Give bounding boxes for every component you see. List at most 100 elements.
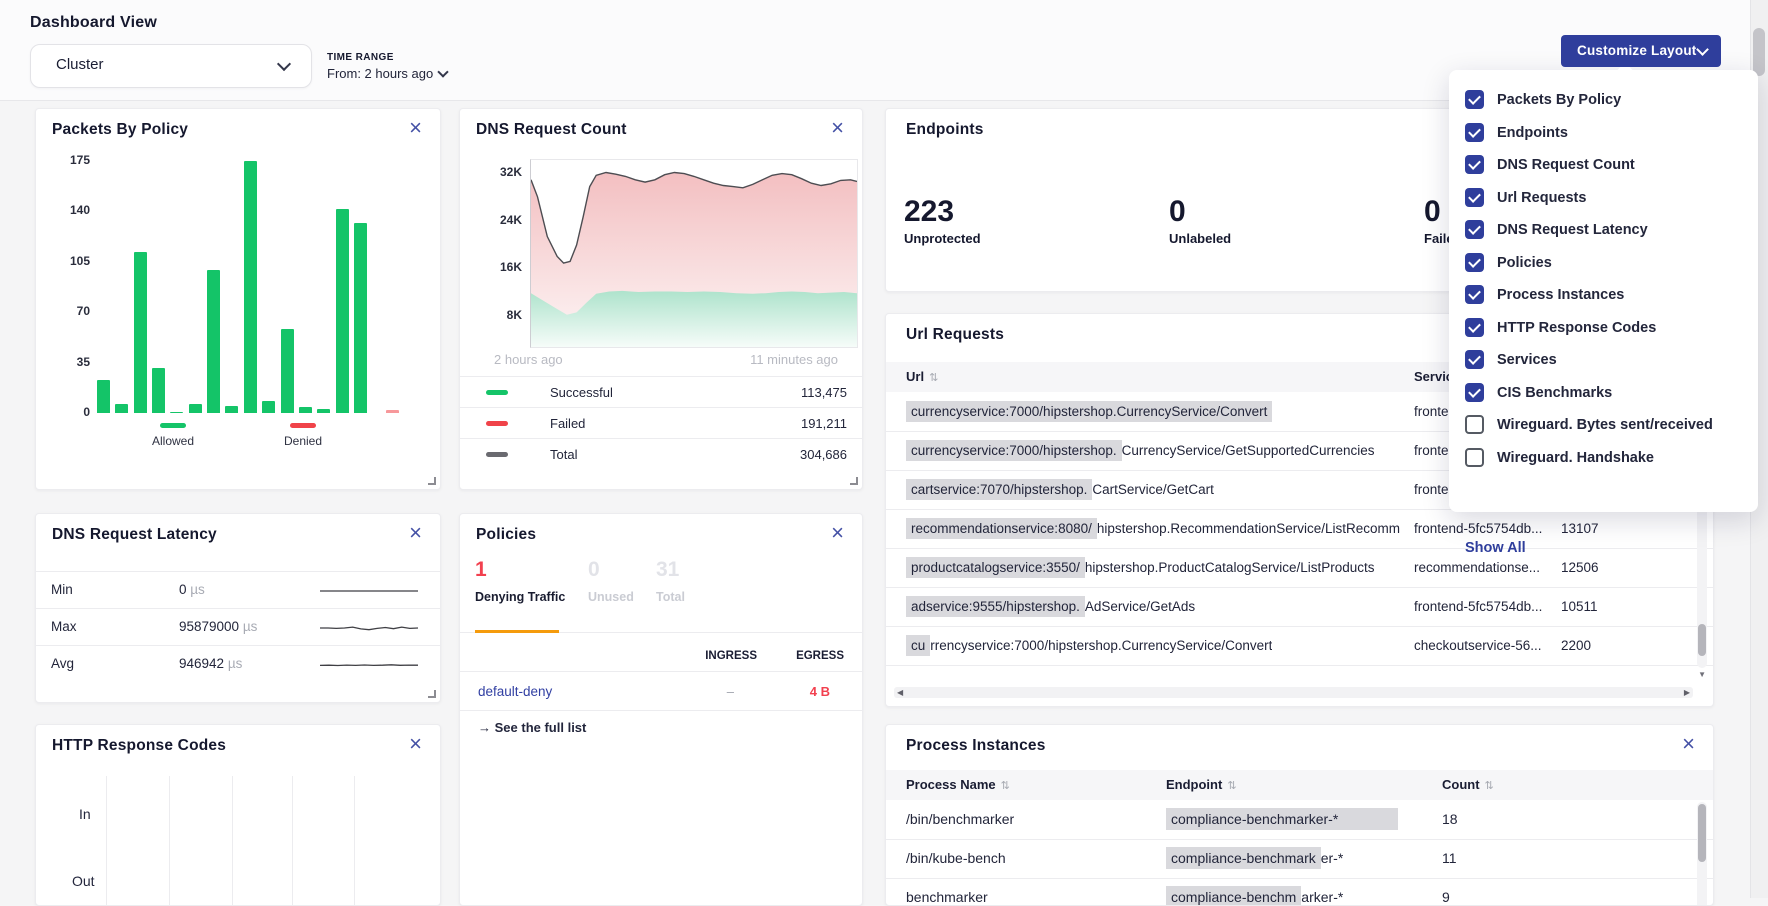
menu-item-dns-request-count[interactable]: DNS Request Count (1449, 149, 1758, 181)
view-selector[interactable]: Cluster (30, 44, 312, 88)
checkbox-checked-icon[interactable] (1465, 220, 1484, 239)
bar (134, 252, 147, 413)
horizontal-scrollbar[interactable]: ◀ ▶ (894, 687, 1693, 698)
menu-item-endpoints[interactable]: Endpoints (1449, 117, 1758, 149)
table-row[interactable]: currencyservice:7000/hipstershop.Currenc… (886, 626, 1713, 666)
sort-icon[interactable]: ⇅ (929, 372, 938, 384)
latency-row-min: Min0 µs (36, 571, 440, 609)
url-rest: rrencyservice:7000/hipstershop.CurrencyS… (930, 638, 1272, 653)
url-cell: adservice:9555/hipstershop.AdService/Get… (906, 587, 1195, 626)
checkmark-icon (1468, 157, 1481, 170)
close-icon[interactable]: × (831, 522, 844, 544)
sort-icon[interactable]: ⇅ (1227, 780, 1236, 792)
menu-item-wireguard-bytes-sent-received[interactable]: Wireguard. Bytes sent/received (1449, 409, 1758, 441)
close-icon[interactable]: × (409, 522, 422, 544)
service-cell: checkoutservice-56... (1414, 626, 1552, 665)
checkbox-checked-icon[interactable] (1465, 383, 1484, 402)
table-row[interactable]: /bin/benchmarkercompliance-benchmarker-*… (886, 800, 1713, 840)
checkbox-unchecked-icon[interactable] (1465, 415, 1484, 434)
menu-item-services[interactable]: Services (1449, 344, 1758, 376)
menu-item-dns-request-latency[interactable]: DNS Request Latency (1449, 214, 1758, 246)
checkbox-checked-icon[interactable] (1465, 285, 1484, 304)
time-range-label: TIME RANGE (327, 52, 447, 63)
checkbox-checked-icon[interactable] (1465, 155, 1484, 174)
table-row[interactable]: recommendationservice:8080/hipstershop.R… (886, 509, 1713, 549)
checkbox-checked-icon[interactable] (1465, 253, 1484, 272)
y-tick-label: 105 (44, 254, 90, 268)
scroll-right-icon[interactable]: ▶ (1684, 688, 1690, 697)
menu-item-policies[interactable]: Policies (1449, 247, 1758, 279)
legend-row-total: Total304,686 (460, 438, 862, 470)
process-name-cell: /bin/benchmarker (906, 800, 1014, 839)
resize-handle[interactable] (428, 477, 436, 485)
checkmark-icon (1468, 190, 1481, 203)
checkbox-checked-icon[interactable] (1465, 318, 1484, 337)
denied-label: Denied (265, 434, 341, 448)
legend-label: Successful (550, 385, 613, 400)
close-icon[interactable]: × (831, 117, 844, 139)
sparkline (320, 580, 418, 602)
card-title: Packets By Policy (52, 121, 188, 139)
allowed-label: Allowed (135, 434, 211, 448)
menu-item-cis-benchmarks[interactable]: CIS Benchmarks (1449, 377, 1758, 409)
close-icon[interactable]: × (409, 733, 422, 755)
card-http-response-codes: HTTP Response Codes × In Out (35, 724, 441, 906)
menu-item-http-response-codes[interactable]: HTTP Response Codes (1449, 312, 1758, 344)
scroll-down-icon[interactable]: ▼ (1698, 670, 1706, 679)
column-endpoint[interactable]: Endpoint⇅ (1166, 777, 1237, 792)
policy-tab-total[interactable]: 31Total (656, 558, 685, 604)
sort-icon[interactable]: ⇅ (1485, 780, 1494, 792)
policy-tab-unused[interactable]: 0Unused (588, 558, 634, 604)
resize-handle[interactable] (428, 690, 436, 698)
checkbox-unchecked-icon[interactable] (1465, 448, 1484, 467)
see-full-list-link[interactable]: → See the full list (478, 720, 586, 735)
endpoint-rest: er-* (1321, 850, 1344, 866)
vertical-scrollbar[interactable] (1697, 802, 1707, 906)
table-row[interactable]: adservice:9555/hipstershop.AdService/Get… (886, 587, 1713, 627)
table-row[interactable]: /bin/kube-benchcompliance-benchmarker-*1… (886, 839, 1713, 879)
denied-swatch (290, 423, 316, 428)
row-label-in: In (79, 806, 91, 822)
page-scrollbar-thumb[interactable] (1753, 28, 1765, 76)
scroll-left-icon[interactable]: ◀ (897, 688, 903, 697)
show-all-link[interactable]: Show All (1465, 540, 1526, 556)
tab-value: 1 (475, 558, 565, 582)
y-tick-label: 8K (476, 308, 522, 322)
y-tick-label: 24K (476, 213, 522, 227)
url-highlight: cu (906, 635, 930, 656)
checkbox-checked-icon[interactable] (1465, 90, 1484, 109)
close-icon[interactable]: × (409, 117, 422, 139)
menu-item-process-instances[interactable]: Process Instances (1449, 279, 1758, 311)
resize-handle[interactable] (850, 477, 858, 485)
checkbox-checked-icon[interactable] (1465, 188, 1484, 207)
column-url[interactable]: Url⇅ (906, 369, 938, 384)
menu-item-wireguard-handshake[interactable]: Wireguard. Handshake (1449, 442, 1758, 474)
card-title: DNS Request Latency (52, 526, 217, 544)
process-name-cell: benchmarker (906, 878, 988, 906)
checkbox-checked-icon[interactable] (1465, 123, 1484, 142)
menu-item-url-requests[interactable]: Url Requests (1449, 182, 1758, 214)
card-dns-request-count: DNS Request Count × 32K24K16K8K 2 hours … (459, 108, 863, 490)
tab-value: 0 (588, 558, 634, 582)
menu-item-label: Endpoints (1497, 125, 1568, 141)
column-process-name[interactable]: Process Name⇅ (906, 777, 1010, 792)
endpoint-cell: compliance-benchmarker-* (1166, 839, 1343, 878)
bar-denied (386, 410, 399, 413)
table-row[interactable]: benchmarkercompliance-benchmarker-*9 (886, 878, 1713, 906)
column-count[interactable]: Count⇅ (1442, 777, 1494, 792)
checkbox-checked-icon[interactable] (1465, 350, 1484, 369)
time-range-value[interactable]: From: 2 hours ago (327, 66, 447, 81)
allowed-swatch (160, 423, 186, 428)
sort-icon[interactable]: ⇅ (1001, 780, 1010, 792)
egress-value: 4 B (810, 684, 830, 699)
menu-item-packets-by-policy[interactable]: Packets By Policy (1449, 84, 1758, 116)
customize-layout-button[interactable]: Customize Layout (1561, 35, 1721, 67)
legend-label: Total (550, 447, 577, 462)
table-row[interactable]: productcatalogservice:3550/hipstershop.P… (886, 548, 1713, 588)
scrollbar-thumb[interactable] (1698, 624, 1706, 656)
time-range[interactable]: TIME RANGE From: 2 hours ago (327, 52, 447, 81)
close-icon[interactable]: × (1682, 733, 1695, 755)
scrollbar-thumb[interactable] (1698, 804, 1706, 862)
policy-name-link[interactable]: default-deny (478, 684, 552, 699)
policy-tab-denying-traffic[interactable]: 1Denying Traffic (475, 558, 565, 604)
